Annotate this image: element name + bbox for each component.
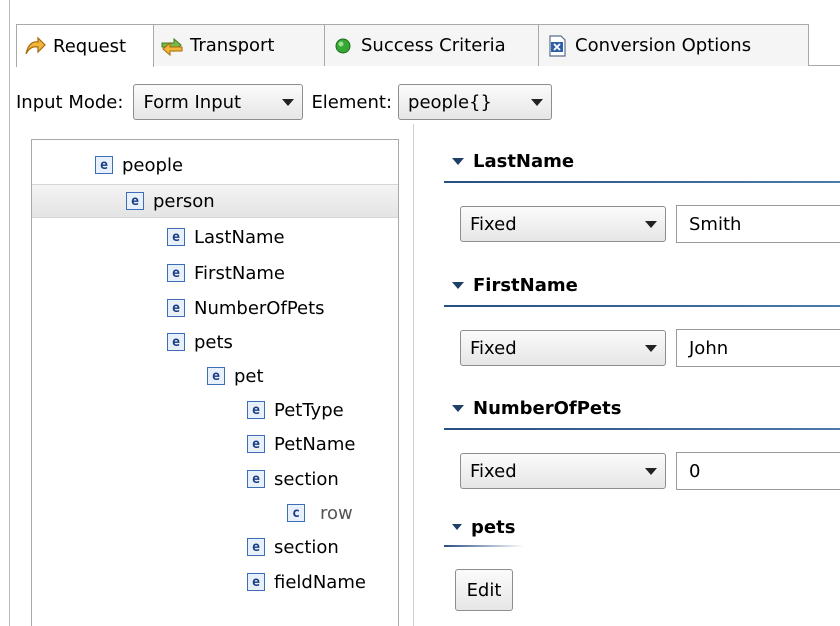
complex-type-icon: c: [287, 504, 305, 522]
tree-node-numberofpets[interactable]: e NumberOfPets: [32, 291, 398, 325]
chevron-down-icon: [645, 220, 657, 228]
tree-node-firstname[interactable]: e FirstName: [32, 256, 398, 290]
element-dropdown[interactable]: people{}: [398, 84, 553, 120]
success-criteria-icon: [335, 38, 351, 53]
tab-request-label: Request: [53, 35, 127, 57]
element-icon: e: [247, 573, 265, 591]
tree-node-label: NumberOfPets: [194, 297, 325, 319]
element-icon: e: [167, 264, 185, 282]
element-icon: e: [247, 435, 265, 453]
collapse-triangle-icon: [452, 524, 462, 530]
tab-request[interactable]: Request: [16, 24, 154, 67]
edit-button-label: Edit: [466, 579, 502, 601]
tree-node-pet[interactable]: e pet: [32, 359, 398, 393]
tree-node-pets[interactable]: e pets: [32, 325, 398, 359]
lastname-mode-dropdown[interactable]: Fixed: [460, 206, 666, 242]
lastname-value: Smith: [689, 213, 742, 235]
tree-node-label: person: [153, 190, 215, 212]
element-icon: e: [207, 367, 225, 385]
collapse-triangle-icon: [452, 157, 464, 165]
request-icon: [25, 36, 46, 55]
tree-node-label: LastName: [194, 226, 285, 248]
tree-node-label: section: [274, 468, 339, 490]
numberofpets-mode-value: Fixed: [470, 460, 517, 482]
element-icon: e: [247, 538, 265, 556]
lastname-value-field[interactable]: Smith: [676, 205, 840, 243]
element-icon: e: [167, 228, 185, 246]
element-label: Element:: [311, 91, 393, 113]
tab-transport-label: Transport: [190, 35, 275, 56]
collapse-triangle-icon: [452, 404, 464, 412]
firstname-mode-value: Fixed: [470, 337, 517, 359]
tree-node-pettype[interactable]: e PetType: [32, 393, 398, 427]
input-mode-label: Input Mode:: [16, 91, 124, 113]
section-header-lastname[interactable]: LastName: [452, 146, 574, 176]
collapse-triangle-icon: [452, 281, 464, 289]
tree-node-section-2[interactable]: e section: [32, 530, 398, 564]
tree-node-label: PetType: [274, 399, 344, 421]
tree-node-label: pet: [234, 365, 264, 387]
edit-button[interactable]: Edit: [455, 569, 513, 611]
input-mode-value: Form Input: [143, 91, 242, 113]
tab-transport[interactable]: Transport: [153, 24, 325, 66]
tree-node-row[interactable]: c row: [32, 496, 398, 530]
element-icon: e: [167, 299, 185, 317]
chevron-down-icon: [645, 467, 657, 475]
section-title: NumberOfPets: [473, 397, 622, 419]
tree-node-label: pets: [194, 331, 233, 353]
tree-node-person[interactable]: e person: [32, 184, 398, 218]
tree-node-section[interactable]: e section: [32, 462, 398, 496]
section-header-firstname[interactable]: FirstName: [452, 270, 578, 300]
element-icon: e: [247, 401, 265, 419]
tree-node-label: FirstName: [194, 262, 285, 284]
chevron-down-icon: [645, 344, 657, 352]
firstname-value-field[interactable]: John: [676, 329, 840, 367]
section-rule: [444, 305, 840, 307]
numberofpets-value: 0: [689, 460, 701, 482]
section-title: LastName: [473, 150, 575, 172]
schema-tree[interactable]: e people e person e LastName e FirstName…: [31, 139, 399, 626]
tab-success-criteria[interactable]: Success Criteria: [324, 24, 539, 66]
tree-node-people[interactable]: e people: [32, 148, 398, 182]
section-header-pets[interactable]: pets: [452, 512, 515, 542]
element-value: people{}: [408, 91, 492, 113]
section-rule: [444, 428, 840, 430]
numberofpets-mode-dropdown[interactable]: Fixed: [460, 453, 666, 489]
element-icon: e: [126, 192, 144, 210]
section-title: pets: [471, 516, 516, 538]
left-border: [9, 0, 10, 626]
pane-divider[interactable]: [413, 124, 414, 626]
tab-bar: Request Transport Success Criteria Conve…: [16, 24, 840, 67]
tree-node-label: fieldName: [274, 571, 366, 593]
tree-node-label: section: [274, 536, 339, 558]
firstname-value: John: [689, 337, 729, 359]
input-mode-dropdown[interactable]: Form Input: [133, 84, 304, 120]
section-title: FirstName: [473, 274, 578, 296]
tree-node-label: PetName: [274, 433, 356, 455]
tree-node-label: people: [122, 154, 184, 176]
input-mode-row: Input Mode: Form Input Element: people{}: [16, 82, 553, 122]
section-rule: [444, 181, 840, 183]
tab-conversion-options[interactable]: Conversion Options: [538, 24, 809, 66]
section-header-numberofpets[interactable]: NumberOfPets: [452, 393, 621, 423]
tree-node-petname[interactable]: e PetName: [32, 427, 398, 461]
firstname-mode-dropdown[interactable]: Fixed: [460, 330, 666, 366]
tree-node-lastname[interactable]: e LastName: [32, 220, 398, 254]
tree-node-label: row: [320, 502, 353, 524]
numberofpets-value-field[interactable]: 0: [676, 452, 840, 490]
element-icon: e: [247, 470, 265, 488]
tree-node-fieldname[interactable]: e fieldName: [32, 565, 398, 599]
tab-success-criteria-label: Success Criteria: [361, 35, 506, 56]
element-icon: e: [167, 333, 185, 351]
lastname-mode-value: Fixed: [470, 213, 517, 235]
conversion-options-icon: [549, 34, 566, 57]
chevron-down-icon: [531, 98, 544, 106]
transport-icon: [161, 37, 183, 56]
chevron-down-icon: [282, 98, 295, 106]
section-rule: [444, 545, 524, 547]
tab-conversion-options-label: Conversion Options: [575, 35, 752, 56]
element-icon: e: [95, 156, 113, 174]
